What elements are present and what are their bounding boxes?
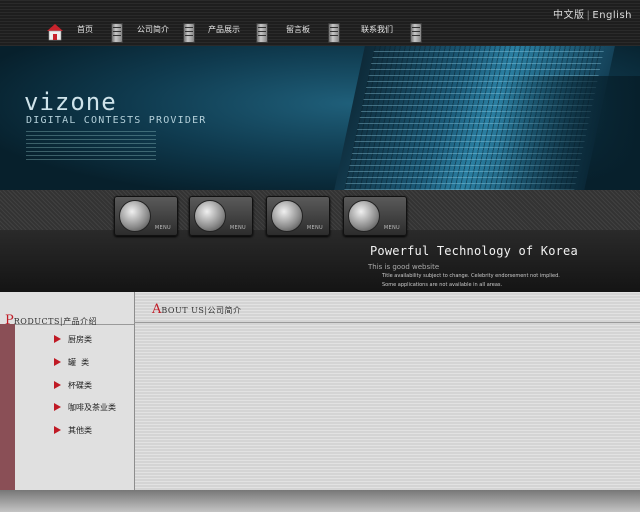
arrow-right-icon xyxy=(54,403,61,411)
promo-disclaimer-2: Some applications are not available in a… xyxy=(382,282,503,288)
category-label: 其他类 xyxy=(68,425,92,435)
menu-button-4[interactable]: MENU xyxy=(343,196,407,236)
nav-about[interactable]: 公司简介 xyxy=(137,24,169,35)
site-tagline: DIGITAL CONTESTS PROVIDER xyxy=(26,115,207,126)
category-cans[interactable]: 罐 类 xyxy=(54,355,89,369)
menu-button-label: MENU xyxy=(154,225,171,231)
nav-guestbook[interactable]: 留言板 xyxy=(286,24,310,35)
menu-button-2[interactable]: MENU xyxy=(189,196,253,236)
category-other[interactable]: 其他类 xyxy=(54,423,92,437)
menu-button-label: MENU xyxy=(383,225,400,231)
language-switcher: 中文版 | English xyxy=(553,6,632,21)
decorative-texture xyxy=(26,128,156,160)
menu-button-label: MENU xyxy=(229,225,246,231)
padlock-icon xyxy=(348,200,380,232)
menu-button-1[interactable]: MENU xyxy=(114,196,178,236)
about-header-divider xyxy=(134,322,640,323)
server-icon xyxy=(410,23,422,43)
promo-slogan: Powerful Technology of Korea xyxy=(370,244,578,258)
about-title-text: BOUT US|公司简介 xyxy=(161,306,242,315)
about-title-initial: A xyxy=(152,302,162,317)
device-icon xyxy=(194,200,226,232)
arrow-right-icon xyxy=(54,426,61,434)
sidebar-title-initial: P xyxy=(5,313,14,328)
phone-icon xyxy=(119,200,151,232)
category-label: 杯碟类 xyxy=(68,380,92,390)
nav-products[interactable]: 产品展示 xyxy=(208,24,240,35)
server-icon xyxy=(256,23,268,43)
home-icon xyxy=(47,24,63,41)
lang-english-link[interactable]: English xyxy=(592,10,632,21)
server-icon xyxy=(183,23,195,43)
top-nav-bar xyxy=(0,0,640,46)
arrow-right-icon xyxy=(54,358,61,366)
nav-contact[interactable]: 联系我们 xyxy=(361,24,393,35)
site-logo: vizone xyxy=(24,88,117,116)
promo-subtitle: This is good website xyxy=(368,263,440,271)
menu-button-label: MENU xyxy=(306,225,323,231)
nav-home[interactable]: 首页 xyxy=(77,24,93,35)
lang-chinese-link[interactable]: 中文版 xyxy=(553,10,585,21)
server-icon xyxy=(111,23,123,43)
banner-fade xyxy=(500,76,640,190)
promo-panel xyxy=(0,230,640,292)
promo-disclaimer-1: Title availability subject to change. Ce… xyxy=(382,273,560,279)
about-us-title: ABOUT US|公司简介 xyxy=(152,298,242,317)
category-label: 厨房类 xyxy=(68,334,92,344)
server-icon xyxy=(328,23,340,43)
page-footer xyxy=(0,490,640,512)
menu-button-3[interactable]: MENU xyxy=(266,196,330,236)
category-cups[interactable]: 杯碟类 xyxy=(54,378,92,392)
sidebar-title: PRODUCTS|产品介绍 xyxy=(5,309,97,328)
sidebar-title-text: RODUCTS|产品介绍 xyxy=(13,317,98,326)
sidebar-accent-strip xyxy=(0,324,15,490)
category-kitchen[interactable]: 厨房类 xyxy=(54,332,92,346)
lang-separator: | xyxy=(586,10,591,21)
printer-icon xyxy=(271,200,303,232)
category-label: 罐 类 xyxy=(68,357,90,367)
category-label: 咖啡及茶业类 xyxy=(68,402,116,412)
arrow-right-icon xyxy=(54,335,61,343)
arrow-right-icon xyxy=(54,381,61,389)
category-coffee-tea[interactable]: 咖啡及茶业类 xyxy=(54,400,116,414)
